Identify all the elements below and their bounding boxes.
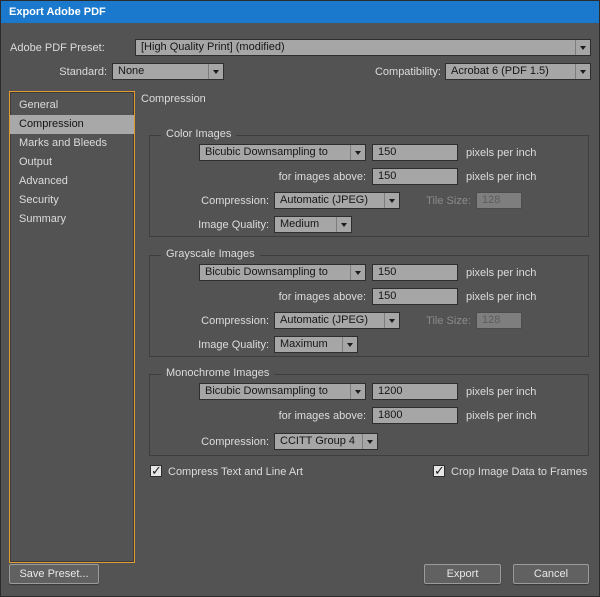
window-title: Export Adobe PDF — [9, 6, 106, 18]
color-images-group: Color Images Bicubic Downsampling to 150… — [149, 135, 589, 237]
for-images-above-label: for images above: — [210, 408, 366, 425]
gray-tile-size-value: 128 — [482, 314, 500, 326]
color-resolution-field[interactable]: 150 — [372, 144, 458, 161]
color-compression-dropdown[interactable]: Automatic (JPEG) — [274, 192, 400, 209]
compression-label: Compression: — [150, 313, 269, 330]
sidebar-item-general[interactable]: General — [10, 96, 134, 115]
unit-label: pixels per inch — [466, 384, 536, 401]
gray-downsampling-dropdown[interactable]: Bicubic Downsampling to — [199, 264, 366, 281]
monochrome-images-group: Monochrome Images Bicubic Downsampling t… — [149, 374, 589, 456]
color-downsampling-value: Bicubic Downsampling to — [205, 146, 328, 158]
chevron-down-icon — [342, 337, 357, 352]
chevron-down-icon — [384, 313, 399, 328]
unit-label: pixels per inch — [466, 169, 536, 186]
crop-image-data-checkbox[interactable] — [433, 465, 445, 477]
gray-compression-dropdown[interactable]: Automatic (JPEG) — [274, 312, 400, 329]
gray-downsampling-value: Bicubic Downsampling to — [205, 266, 328, 278]
chevron-down-icon — [208, 64, 223, 79]
for-images-above-label: for images above: — [210, 289, 366, 306]
cancel-button[interactable]: Cancel — [513, 564, 589, 584]
export-adobe-pdf-dialog: Export Adobe PDF Adobe PDF Preset: [High… — [0, 0, 600, 597]
chevron-down-icon — [575, 64, 590, 79]
compatibility-dropdown[interactable]: Acrobat 6 (PDF 1.5) — [445, 63, 591, 80]
color-above-field[interactable]: 150 — [372, 168, 458, 185]
group-title: Monochrome Images — [161, 367, 274, 379]
title-bar[interactable]: Export Adobe PDF — [1, 1, 599, 23]
mono-compression-dropdown[interactable]: CCITT Group 4 — [274, 433, 378, 450]
export-button[interactable]: Export — [424, 564, 501, 584]
color-compression-value: Automatic (JPEG) — [280, 194, 368, 206]
color-downsampling-dropdown[interactable]: Bicubic Downsampling to — [199, 144, 366, 161]
tile-size-label: Tile Size: — [418, 313, 471, 330]
color-above-value: 150 — [378, 170, 396, 182]
chevron-down-icon — [362, 434, 377, 449]
sidebar-item-summary[interactable]: Summary — [10, 210, 134, 229]
chevron-down-icon — [575, 40, 590, 55]
unit-label: pixels per inch — [466, 265, 536, 282]
unit-label: pixels per inch — [466, 145, 536, 162]
preset-dropdown[interactable]: [High Quality Print] (modified) — [135, 39, 591, 56]
standard-dropdown[interactable]: None — [112, 63, 224, 80]
mono-resolution-value: 1200 — [378, 385, 402, 397]
mono-above-field[interactable]: 1800 — [372, 407, 458, 424]
sidebar-item-advanced[interactable]: Advanced — [10, 172, 134, 191]
tile-size-label: Tile Size: — [418, 193, 471, 210]
compatibility-label: Compatibility: — [353, 64, 441, 81]
color-resolution-value: 150 — [378, 146, 396, 158]
sidebar-item-compression[interactable]: Compression — [10, 115, 134, 134]
group-title: Color Images — [161, 128, 236, 140]
gray-image-quality-dropdown[interactable]: Maximum — [274, 336, 358, 353]
sidebar-item-output[interactable]: Output — [10, 153, 134, 172]
gray-resolution-field[interactable]: 150 — [372, 264, 458, 281]
preset-label: Adobe PDF Preset: — [10, 40, 105, 57]
sidebar-item-security[interactable]: Security — [10, 191, 134, 210]
for-images-above-label: for images above: — [210, 169, 366, 186]
gray-resolution-value: 150 — [378, 266, 396, 278]
chevron-down-icon — [350, 265, 365, 280]
sidebar-item-marks-and-bleeds[interactable]: Marks and Bleeds — [10, 134, 134, 153]
compress-text-label: Compress Text and Line Art — [168, 464, 303, 481]
image-quality-label: Image Quality: — [150, 337, 269, 354]
mono-compression-value: CCITT Group 4 — [280, 435, 355, 447]
settings-category-list: General Compression Marks and Bleeds Out… — [9, 91, 135, 563]
preset-value: [High Quality Print] (modified) — [141, 41, 285, 53]
group-title: Grayscale Images — [161, 248, 260, 260]
mono-resolution-field[interactable]: 1200 — [372, 383, 458, 400]
crop-image-data-label: Crop Image Data to Frames — [451, 464, 587, 481]
mono-above-value: 1800 — [378, 409, 402, 421]
unit-label: pixels per inch — [466, 289, 536, 306]
image-quality-label: Image Quality: — [150, 217, 269, 234]
standard-label: Standard: — [9, 64, 107, 81]
mono-downsampling-value: Bicubic Downsampling to — [205, 385, 328, 397]
gray-tile-size-field: 128 — [476, 312, 522, 329]
color-image-quality-dropdown[interactable]: Medium — [274, 216, 352, 233]
compression-label: Compression: — [150, 193, 269, 210]
gray-image-quality-value: Maximum — [280, 338, 328, 350]
unit-label: pixels per inch — [466, 408, 536, 425]
gray-above-value: 150 — [378, 290, 396, 302]
chevron-down-icon — [350, 145, 365, 160]
gray-above-field[interactable]: 150 — [372, 288, 458, 305]
gray-compression-value: Automatic (JPEG) — [280, 314, 368, 326]
chevron-down-icon — [350, 384, 365, 399]
color-tile-size-field: 128 — [476, 192, 522, 209]
compatibility-value: Acrobat 6 (PDF 1.5) — [451, 65, 549, 77]
color-tile-size-value: 128 — [482, 194, 500, 206]
compress-text-checkbox[interactable] — [150, 465, 162, 477]
grayscale-images-group: Grayscale Images Bicubic Downsampling to… — [149, 255, 589, 357]
color-image-quality-value: Medium — [280, 218, 319, 230]
chevron-down-icon — [336, 217, 351, 232]
compression-label: Compression: — [150, 434, 269, 451]
page-title: Compression — [141, 93, 206, 105]
standard-value: None — [118, 65, 144, 77]
chevron-down-icon — [384, 193, 399, 208]
mono-downsampling-dropdown[interactable]: Bicubic Downsampling to — [199, 383, 366, 400]
save-preset-button[interactable]: Save Preset... — [9, 564, 99, 584]
